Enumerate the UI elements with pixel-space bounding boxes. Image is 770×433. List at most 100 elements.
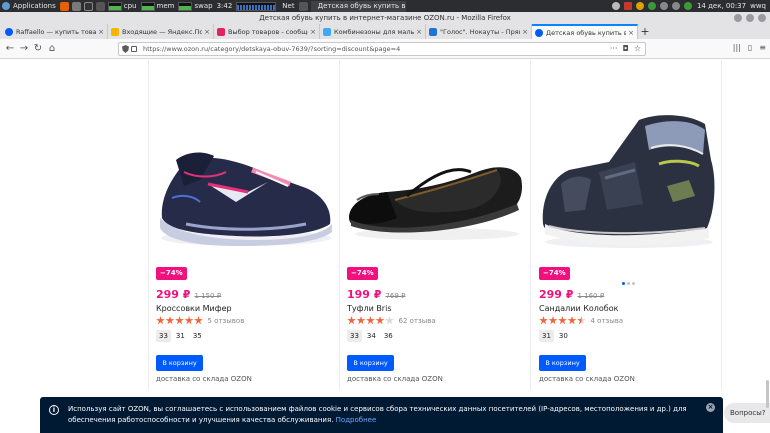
applications-menu[interactable]: Applications — [0, 2, 56, 10]
old-price: 1 150 ₽ — [194, 292, 222, 300]
product-title[interactable]: Сандалии Колобок — [539, 304, 618, 313]
library-icon[interactable]: ||| — [733, 43, 741, 52]
add-to-cart-button[interactable]: В корзину — [156, 355, 203, 371]
close-tab-icon[interactable]: × — [310, 28, 316, 36]
url-actions: ··· ◘ ☆ — [605, 44, 641, 53]
product-image-sneakers[interactable] — [156, 100, 334, 270]
scrollbar-thumb[interactable] — [766, 380, 769, 408]
site-identity[interactable] — [122, 45, 140, 53]
reviews-count[interactable]: 5 отзывов — [208, 317, 245, 325]
close-tab-icon[interactable]: × — [204, 28, 210, 36]
star-icon — [184, 316, 194, 325]
carousel-dot[interactable] — [627, 282, 630, 285]
tab-title: Входящие — Яндекс.Почта — [122, 27, 202, 36]
community-favicon-icon — [217, 27, 225, 36]
carousel-dot-active[interactable] — [622, 282, 625, 285]
column-divider — [721, 60, 722, 390]
product-card[interactable]: −74% 299 ₽ 1 160 ₽ Сандалии Колобок 4 от… — [539, 60, 717, 390]
star-icon — [558, 316, 567, 325]
back-arrow-icon[interactable]: ← — [4, 43, 16, 55]
close-tab-icon[interactable]: × — [522, 28, 528, 36]
star-icon — [366, 316, 375, 325]
add-to-cart-button[interactable]: В корзину — [347, 355, 394, 371]
size-option[interactable]: 34 — [363, 330, 379, 342]
size-option[interactable]: 31 — [539, 330, 554, 342]
tab-title: Детская обувь купить в интернет — [546, 28, 626, 37]
close-tab-icon[interactable]: × — [98, 28, 104, 36]
tray-mail-icon[interactable] — [635, 2, 644, 10]
ozon-favicon-icon — [535, 28, 543, 37]
reload-icon[interactable]: ↻ — [32, 43, 44, 55]
tab-golos[interactable]: "Голос". Нокауты - Прямой × — [426, 24, 532, 39]
minimize-button[interactable] — [734, 14, 742, 22]
product-title[interactable]: Кроссовки Мифер — [156, 304, 232, 313]
rating-stars — [156, 316, 204, 325]
url-bar[interactable]: https://www.ozon.ru/category/detskaya-ob… — [118, 42, 646, 56]
applications-label: Applications — [13, 2, 56, 10]
net-label: Net — [282, 2, 295, 10]
tab-yandex-mail[interactable]: Входящие — Яндекс.Почта × — [108, 24, 214, 39]
size-option[interactable]: 31 — [172, 330, 188, 342]
reviews-count[interactable]: 4 отзыва — [591, 317, 624, 325]
battery-icon[interactable] — [683, 2, 692, 10]
product-card[interactable]: −74% 299 ₽ 1 150 ₽ Кроссовки Мифер 5 отз… — [156, 60, 334, 390]
url-text[interactable]: https://www.ozon.ru/category/detskaya-ob… — [143, 45, 400, 53]
volume-icon[interactable] — [659, 2, 668, 10]
sidebar-icon[interactable]: ▯ — [748, 43, 752, 52]
page-content: −74% 299 ₽ 1 150 ₽ Кроссовки Мифер 5 отз… — [0, 60, 770, 433]
mail-favicon-icon — [111, 27, 119, 36]
new-tab-button[interactable]: + — [638, 24, 652, 39]
product-title[interactable]: Туфли Bris — [347, 304, 391, 313]
taskbar-firefox-window[interactable]: Детская обувь купить в ин... — [310, 0, 406, 12]
cookie-more-link[interactable]: Подробнее — [336, 416, 377, 424]
close-tab-icon[interactable]: × — [416, 28, 422, 36]
product-card[interactable]: −74% 199 ₽ 769 ₽ Туфли Bris 62 отзыва 33… — [347, 60, 525, 390]
home-icon[interactable]: ⌂ — [46, 43, 58, 55]
size-option[interactable]: 33 — [347, 330, 362, 342]
workspace-icon[interactable] — [95, 1, 105, 11]
page-scrollbar[interactable] — [764, 60, 770, 433]
product-image-shoes[interactable] — [347, 100, 525, 270]
panel-user[interactable]: wwq — [750, 2, 766, 10]
close-window-button[interactable] — [758, 14, 766, 22]
reviews-count[interactable]: 62 отзыва — [399, 317, 436, 325]
size-option[interactable]: 33 — [156, 330, 171, 342]
maximize-button[interactable] — [746, 14, 754, 22]
close-tab-icon[interactable]: × — [628, 29, 634, 37]
lock-icon[interactable] — [131, 46, 137, 52]
page-actions-icon[interactable]: ··· — [610, 44, 618, 53]
tab-overalls[interactable]: Комбинезоны для мальчиков × — [320, 24, 426, 39]
swap-label: swap — [194, 2, 213, 10]
cookie-consent-banner: i Используя сайт OZON, вы соглашаетесь с… — [40, 397, 723, 433]
os-top-panel: Applications cpu mem swap 3:42 Net Детск… — [0, 0, 770, 12]
price-row: 199 ₽ 769 ₽ — [347, 288, 406, 301]
size-option[interactable]: 30 — [555, 330, 571, 342]
tab-product-choice[interactable]: Выбор товаров - сообщество × — [214, 24, 320, 39]
cpu-label: cpu — [123, 2, 137, 10]
keyboard-layout-flag-icon[interactable] — [623, 2, 632, 10]
tracking-shield-icon[interactable] — [122, 45, 129, 53]
size-option[interactable]: 35 — [189, 330, 205, 342]
tab-raffaello[interactable]: Raffaello — купить товары × — [2, 24, 108, 39]
pocket-icon[interactable]: ◘ — [623, 44, 629, 53]
tv-favicon-icon — [429, 27, 437, 36]
size-option[interactable]: 36 — [380, 330, 396, 342]
bookmark-star-icon[interactable]: ☆ — [634, 44, 641, 53]
files-launcher-icon[interactable] — [71, 1, 81, 11]
terminal-launcher-icon[interactable] — [83, 1, 93, 11]
forward-arrow-icon[interactable]: → — [18, 43, 30, 55]
add-to-cart-button[interactable]: В корзину — [539, 355, 586, 371]
tray-app-icon[interactable] — [611, 2, 620, 10]
cookie-close-icon[interactable]: × — [706, 403, 715, 412]
tray-chrome-icon[interactable] — [647, 2, 656, 10]
firefox-launcher-icon[interactable] — [59, 1, 69, 11]
menu-icon[interactable]: ≡ — [759, 43, 766, 52]
image-carousel-dots[interactable] — [622, 282, 637, 285]
rating-row: 4 отзыва — [539, 316, 623, 325]
tab-title: Raffaello — купить товары — [16, 27, 96, 36]
wifi-icon[interactable] — [671, 2, 680, 10]
carousel-dot[interactable] — [632, 282, 635, 285]
tab-kids-shoes-active[interactable]: Детская обувь купить в интернет × — [532, 24, 638, 39]
product-image-sandals[interactable] — [539, 100, 717, 270]
panel-clock[interactable]: 14 дек, 00:37 — [697, 2, 746, 10]
